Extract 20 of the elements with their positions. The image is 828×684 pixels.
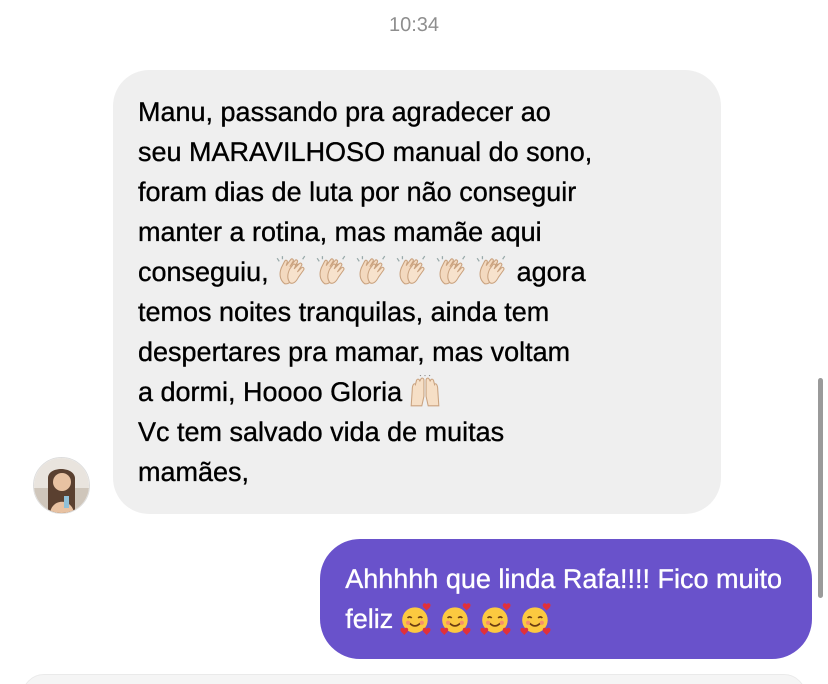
message-text: Manu, passando pra agradecer ao <box>138 96 551 129</box>
message-text: feliz <box>345 603 394 636</box>
message-text: manter a rotina, mas mamãe aqui <box>138 216 542 249</box>
message-timestamp: 10:34 <box>388 13 440 38</box>
message-text: mamães, <box>138 456 250 489</box>
message-text: agora <box>516 256 586 289</box>
smiling-face-hearts-icon <box>479 602 514 636</box>
message-text: despertares pra mamar, mas voltam <box>138 336 570 369</box>
message-text: foram dias de luta por não conseguir <box>138 176 576 209</box>
message-text: Vc tem salvado vida de muitas <box>138 416 504 449</box>
smiling-face-hearts-icon <box>519 602 554 636</box>
message-text: seu MARAVILHOSO manual do sono, <box>138 136 592 169</box>
raised-hands-icon <box>408 375 442 409</box>
message-text: Ahhhhh que linda Rafa!!!! Fico muito <box>345 563 782 596</box>
message-text: temos noites tranquilas, ainda tem <box>138 296 550 329</box>
message-text: conseguiu, <box>138 256 269 289</box>
smiling-face-hearts-icon <box>399 602 434 636</box>
smiling-face-hearts-icon <box>439 602 474 636</box>
message-text: a dormi, Hoooo Gloria <box>138 376 402 409</box>
scrollbar[interactable] <box>818 378 823 598</box>
